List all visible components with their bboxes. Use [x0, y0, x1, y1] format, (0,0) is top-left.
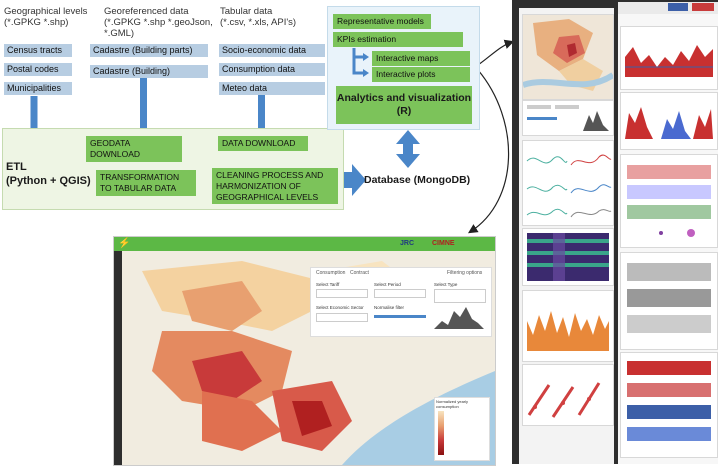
filter-thumbnail: [522, 100, 614, 136]
bottom-dashboard-sidebar: [114, 251, 122, 465]
orange-chart-thumbnail: [522, 290, 614, 362]
normalise-filter-label: Normalise filter: [374, 305, 405, 310]
period-select[interactable]: [374, 289, 426, 298]
filtering-options-label[interactable]: Filtering options: [447, 270, 482, 276]
interactive-maps-box: Interactive maps: [372, 51, 470, 66]
analytics-title: Analytics and visualization (R): [336, 92, 472, 117]
geodata-download-box: GEODATA DOWNLOAD: [86, 136, 182, 162]
etl-label: ETL (Python + QGIS): [6, 161, 91, 187]
jrc-logo: [668, 3, 688, 11]
legend-title: Normalized yearly consumption: [436, 399, 469, 409]
red-bar-thumbnail-1: [620, 26, 718, 90]
postal-codes-box: Postal codes: [4, 63, 72, 76]
normalise-slider[interactable]: [374, 315, 426, 318]
economic-sector-label: Select Economic Sector: [316, 305, 364, 310]
representative-models-box: Representative models: [333, 14, 431, 29]
tabular-data-header: Tabular data (*.csv, *.xls, API's): [220, 6, 297, 28]
dashboard-screenshot-bottom: ⚡ JRC CIMNE Consumption Contract Filteri…: [113, 236, 496, 466]
heatmap-thumbnail: [522, 228, 614, 286]
meteo-data-box: Meteo data: [219, 82, 325, 95]
cadastre-building-box: Cadastre (Building): [90, 65, 208, 78]
kpis-estimation-box: KPIs estimation: [333, 32, 463, 47]
census-tracts-box: Census tracts: [4, 44, 72, 57]
select-type-label: Select Type: [434, 282, 458, 287]
cadastre-building-parts-box: Cadastre (Building parts): [90, 44, 208, 57]
tab-consumption[interactable]: Consumption: [316, 270, 345, 276]
database-label: Database (MongoDB): [364, 174, 471, 186]
line-charts-thumbnail: [522, 140, 614, 226]
tab-contract[interactable]: Contract: [350, 270, 369, 276]
consumption-data-box: Consumption data: [219, 63, 325, 76]
legend-scale: [438, 411, 444, 455]
tariff-select[interactable]: [316, 289, 368, 298]
interactive-plots-box: Interactive plots: [372, 67, 470, 82]
cimne-logo: [692, 3, 714, 11]
boxplot-thumbnail-1: [620, 154, 718, 248]
cleaning-process-box: CLEANING PROCESS AND HARMONIZATION OF GE…: [212, 168, 338, 204]
georeferenced-data-header: Georeferenced data (*.GPKG *.shp *.geoJs…: [104, 6, 213, 39]
geographical-levels-header: Geographical levels (*.GPKG *.shp): [4, 6, 88, 28]
map-thumbnail: [522, 14, 614, 100]
app-logo-icon: ⚡: [118, 238, 131, 249]
boxplot-thumbnail-2: [620, 252, 718, 350]
type-select[interactable]: [434, 289, 486, 303]
cimne-logo-bottom: CIMNE: [432, 240, 455, 247]
select-period-label: Select Period: [374, 282, 401, 287]
transformation-box: TRANSFORMATION TO TABULAR DATA: [96, 170, 196, 196]
dashboard-screenshot-right: [512, 0, 718, 464]
sub-arrow-icon: [352, 48, 369, 77]
data-download-box: DATA DOWNLOAD: [218, 136, 308, 151]
socio-economic-box: Socio-economic data: [219, 44, 325, 57]
jrc-logo-bottom: JRC: [400, 240, 415, 247]
municipalities-box: Municipalities: [4, 82, 72, 95]
multi-color-bar-thumbnail: [620, 352, 718, 458]
distribution-histogram: [434, 307, 484, 329]
red-blue-area-thumbnail: [620, 92, 718, 150]
economic-sector-select[interactable]: [316, 313, 368, 322]
scatter-thumbnail: [522, 364, 614, 426]
select-tariff-label: Select Tariff: [316, 282, 340, 287]
